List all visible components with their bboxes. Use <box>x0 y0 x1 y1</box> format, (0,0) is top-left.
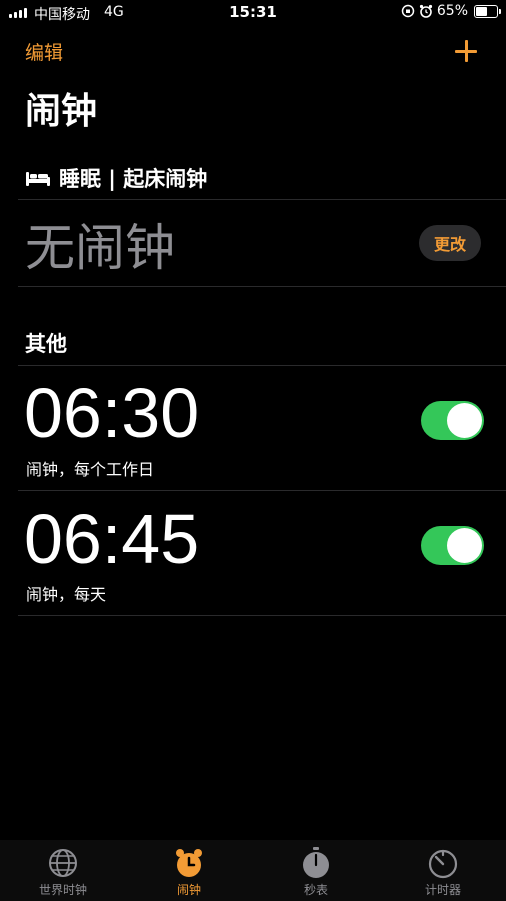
tab-label: 秒表 <box>303 883 328 897</box>
stopwatch-icon <box>303 847 329 878</box>
alarm-time[interactable]: 06:45 <box>24 504 199 574</box>
tab-alarm[interactable]: 闹钟 <box>126 846 252 898</box>
toggle-knob <box>447 528 482 563</box>
status-bar: 中国移动 4G 15:31 65% <box>0 0 506 26</box>
bed-icon <box>26 172 50 186</box>
sleep-header-label: 睡眠 | 起床闹钟 <box>59 167 208 191</box>
divider <box>18 199 506 200</box>
tab-timer[interactable]: 计时器 <box>380 846 506 898</box>
toggle-knob <box>447 403 482 438</box>
tab-bar: 世界时钟 闹钟 秒表 计时器 <box>0 840 506 901</box>
tab-stopwatch[interactable]: 秒表 <box>253 846 379 898</box>
alarm-status-icon <box>419 4 432 18</box>
change-button[interactable]: 更改 <box>419 225 481 261</box>
edit-button[interactable]: 编辑 <box>25 38 63 65</box>
tab-label: 计时器 <box>424 883 461 897</box>
tab-label: 世界时钟 <box>38 883 87 897</box>
plus-icon[interactable] <box>454 38 480 64</box>
divider <box>18 615 506 616</box>
page-title: 闹钟 <box>25 91 98 132</box>
status-right-group: 65% <box>401 3 501 19</box>
other-section-header: 其他 <box>25 332 67 356</box>
tab-label: 闹钟 <box>176 883 201 897</box>
battery-icon <box>474 4 501 18</box>
alarm-label: 闹钟，每天 <box>26 585 107 604</box>
sleep-section-header: 睡眠 | 起床闹钟 <box>25 163 207 193</box>
alarm-toggle[interactable] <box>421 401 484 440</box>
divider <box>18 286 506 287</box>
battery-percentage: 65% <box>436 3 468 19</box>
alarm-clock-icon <box>176 849 202 877</box>
alarm-toggle[interactable] <box>421 526 484 565</box>
globe-icon <box>49 849 77 877</box>
orientation-lock-icon <box>401 4 415 18</box>
alarm-time[interactable]: 06:30 <box>24 378 199 448</box>
timer-icon <box>428 849 458 879</box>
divider <box>18 365 506 366</box>
no-alarm-label: 无闹钟 <box>25 219 175 277</box>
tab-world-clock[interactable]: 世界时钟 <box>0 846 126 898</box>
divider <box>18 490 506 491</box>
alarm-label: 闹钟，每个工作日 <box>26 460 155 479</box>
